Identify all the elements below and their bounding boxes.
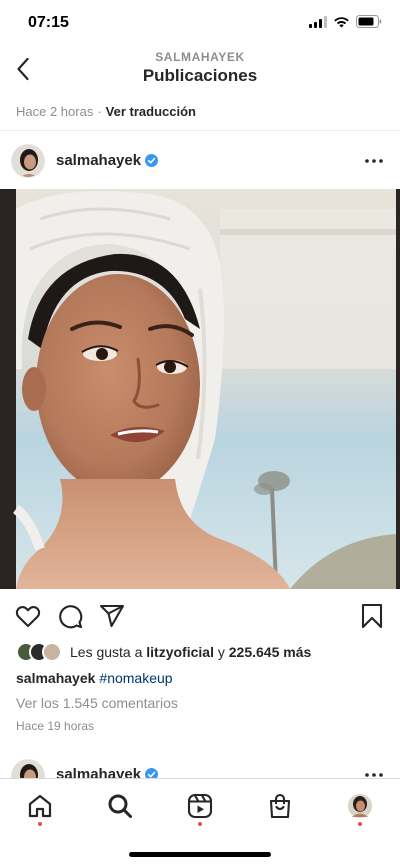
likes-count[interactable]: 225.645 más bbox=[229, 644, 312, 660]
likes-conjunction: y bbox=[213, 644, 229, 660]
status-bar: 07:15 bbox=[0, 0, 400, 46]
post-caption: salmahayek #nomakeup bbox=[16, 670, 173, 686]
previous-post-time: Hace 2 horas bbox=[16, 104, 94, 119]
post-photo[interactable] bbox=[0, 189, 400, 589]
page-title: Publicaciones bbox=[142, 66, 258, 85]
profile-avatar bbox=[348, 794, 372, 818]
paper-plane-icon bbox=[99, 604, 125, 628]
liker-avatars bbox=[16, 641, 64, 663]
header-username: SALMAHAYEK bbox=[155, 50, 245, 64]
post-username[interactable]: salmahayek bbox=[56, 152, 159, 169]
share-button[interactable] bbox=[98, 602, 126, 630]
tab-search[interactable] bbox=[105, 791, 135, 821]
likes-prefix: Les gusta a bbox=[70, 644, 147, 660]
save-button[interactable] bbox=[358, 602, 386, 630]
notification-dot bbox=[198, 822, 202, 826]
notification-dot bbox=[38, 822, 42, 826]
next-post-header: salmahayek bbox=[0, 756, 400, 778]
avatar bbox=[42, 642, 62, 662]
notification-dot bbox=[358, 822, 362, 826]
more-horizontal-icon bbox=[365, 159, 383, 163]
next-post-username[interactable]: salmahayek bbox=[56, 766, 159, 778]
heart-icon bbox=[15, 606, 41, 628]
view-comments-link[interactable]: Ver los 1.545 comentarios bbox=[16, 695, 178, 711]
bookmark-icon bbox=[361, 603, 383, 629]
likes-text: Les gusta a litzyoficial y 225.645 más bbox=[70, 644, 311, 660]
home-icon bbox=[28, 794, 52, 818]
wifi-icon bbox=[334, 16, 349, 27]
signal-icon bbox=[309, 15, 327, 28]
previous-post-meta: Hace 2 horas · Ver traducción bbox=[16, 104, 196, 119]
post-actions bbox=[0, 598, 400, 632]
more-options-button[interactable] bbox=[362, 152, 386, 170]
liker-username[interactable]: litzyoficial bbox=[146, 644, 214, 660]
comment-button[interactable] bbox=[56, 602, 84, 630]
header: SALMAHAYEK Publicaciones bbox=[0, 46, 400, 92]
more-options-button[interactable] bbox=[362, 766, 386, 778]
verified-badge-icon bbox=[145, 154, 159, 167]
reels-icon bbox=[187, 793, 213, 819]
post-username-text: salmahayek bbox=[56, 152, 142, 169]
post-header: salmahayek bbox=[0, 142, 400, 180]
comment-icon bbox=[59, 605, 83, 629]
avatar[interactable] bbox=[11, 759, 45, 778]
tab-shop[interactable] bbox=[265, 791, 295, 821]
hashtag-link[interactable]: #nomakeup bbox=[99, 670, 172, 686]
battery-icon bbox=[356, 15, 382, 28]
tab-profile[interactable] bbox=[345, 791, 375, 821]
status-icons bbox=[309, 15, 382, 28]
verified-badge-icon bbox=[145, 768, 159, 778]
shopping-bag-icon bbox=[269, 793, 291, 819]
next-post-username-text: salmahayek bbox=[56, 766, 142, 778]
avatar[interactable] bbox=[11, 144, 45, 178]
search-icon bbox=[108, 794, 132, 818]
caption-username[interactable]: salmahayek bbox=[16, 670, 95, 686]
status-time: 07:15 bbox=[28, 14, 69, 31]
tab-home[interactable] bbox=[25, 791, 55, 821]
like-button[interactable] bbox=[14, 602, 42, 630]
see-translation-link[interactable]: Ver traducción bbox=[106, 104, 196, 119]
more-horizontal-icon bbox=[365, 773, 383, 777]
post-timestamp: Hace 19 horas bbox=[16, 719, 95, 733]
separator: · bbox=[97, 104, 102, 119]
home-indicator[interactable] bbox=[129, 852, 271, 857]
divider bbox=[0, 130, 400, 131]
likes-row[interactable]: Les gusta a litzyoficial y 225.645 más bbox=[16, 641, 311, 663]
tab-reels[interactable] bbox=[185, 791, 215, 821]
